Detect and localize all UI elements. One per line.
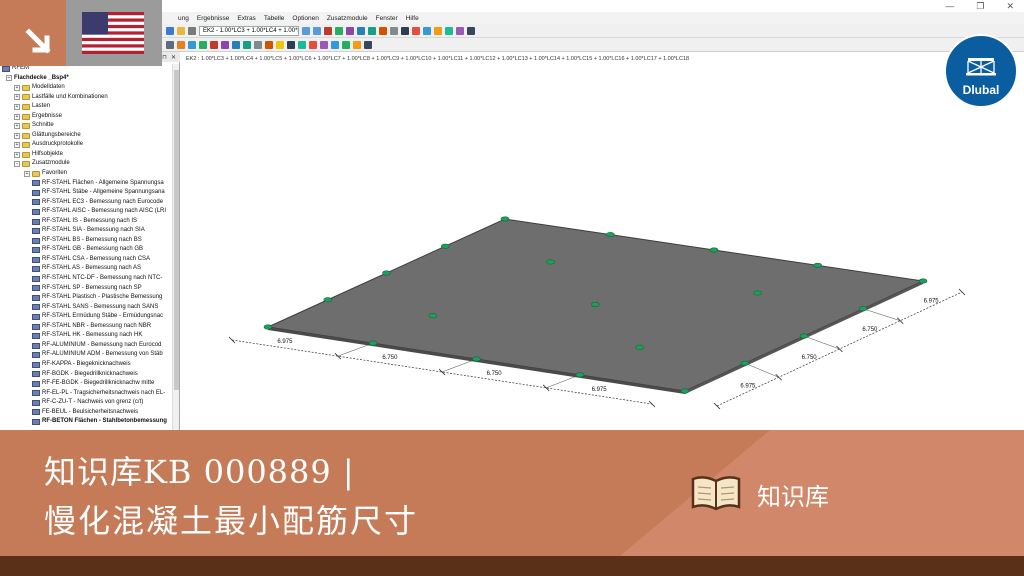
logo-text: Dlubal — [963, 83, 1000, 97]
support-node[interactable] — [753, 290, 763, 296]
dimension-label: 6.975 — [592, 387, 608, 393]
dimension-tick — [713, 402, 721, 410]
bridge-icon: Dlubal — [963, 58, 1000, 97]
arrow-down-right-icon — [25, 28, 51, 54]
corner-badge — [0, 0, 66, 66]
dimension-tick — [958, 288, 966, 296]
support-node[interactable] — [428, 313, 438, 319]
support-node[interactable] — [799, 333, 809, 339]
dlubal-logo: Dlubal — [944, 34, 1018, 108]
support-node[interactable] — [368, 340, 378, 346]
us-flag — [66, 0, 162, 66]
book-icon — [691, 476, 741, 511]
dimension-guide — [744, 363, 779, 378]
dimension-guide — [546, 374, 581, 389]
banner-footer-strip — [0, 556, 1024, 576]
support-node[interactable] — [575, 372, 585, 378]
support-node[interactable] — [590, 301, 600, 307]
support-node[interactable] — [740, 360, 750, 366]
banner-title: 知识库KB 000889 | — [44, 453, 355, 491]
support-node[interactable] — [606, 232, 615, 238]
support-node[interactable] — [440, 243, 450, 249]
support-node[interactable] — [500, 216, 510, 222]
dimension-label: 6.975 — [740, 384, 756, 390]
support-node[interactable] — [635, 344, 645, 350]
dimension-tick — [648, 400, 656, 408]
dimension-guide — [441, 358, 477, 373]
us-flag-icon — [82, 12, 144, 54]
dimension-tick — [228, 336, 236, 344]
dimension-label: 6.750 — [802, 355, 818, 361]
dimension-label: 6.750 — [382, 355, 398, 361]
support-node[interactable] — [472, 356, 481, 362]
support-node[interactable] — [382, 270, 391, 276]
support-node[interactable] — [323, 297, 333, 303]
support-node[interactable] — [680, 388, 690, 394]
dimension-label: 6.975 — [277, 339, 293, 345]
support-node[interactable] — [546, 259, 555, 265]
dimension-guide — [862, 308, 901, 321]
support-node[interactable] — [709, 247, 719, 253]
support-node[interactable] — [263, 324, 273, 330]
dimension-guide — [337, 342, 374, 357]
dimension-guide — [803, 335, 840, 350]
banner-subtitle: 慢化混凝土最小配筋尺寸 — [44, 502, 419, 540]
dimension-label: 6.975 — [924, 298, 940, 304]
dimension-label: 6.750 — [487, 371, 503, 377]
support-node[interactable] — [813, 262, 822, 268]
support-node[interactable] — [918, 278, 928, 284]
support-node[interactable] — [858, 306, 868, 312]
kb-label: 知识库 — [757, 483, 829, 511]
dimension-label: 6.750 — [862, 327, 878, 333]
screenshot-root: — ❐ ✕ ung Ergebnisse Extras Tabelle Opti… — [0, 0, 1024, 576]
